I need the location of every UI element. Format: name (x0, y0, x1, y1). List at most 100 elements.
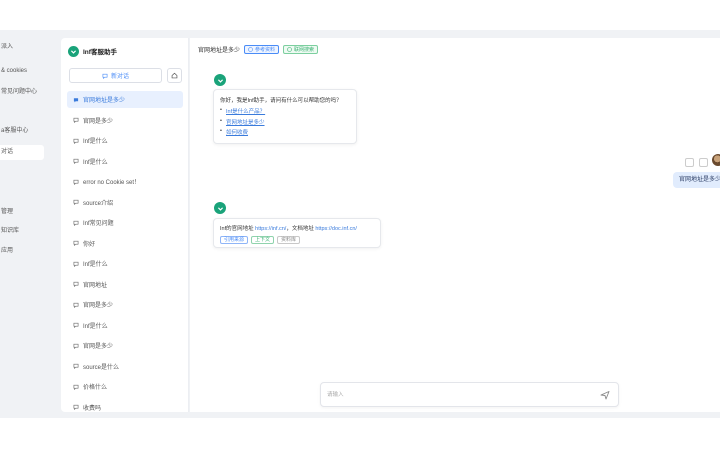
session-item[interactable]: Inf是什么 (67, 132, 183, 149)
chat-header: 官网地址是多少 参考资料 联网搜索 (198, 44, 319, 55)
nav-item[interactable]: a客服中心 (0, 124, 44, 139)
chat-input-box (320, 382, 619, 407)
session-item[interactable]: source是什么 (67, 358, 183, 375)
session-item[interactable]: 收费吗 (67, 399, 183, 413)
chat-title: 官网地址是多少 (198, 48, 241, 54)
app-stage: 派入 & cookies 常见问题中心 a客服中心 对话 管理 知识库 应用 I… (0, 30, 720, 418)
web-search-tag-label: 联网搜索 (294, 46, 315, 53)
bot-answer-card: Inf的官网地址 https://inf.cn/，文档地址 https://do… (213, 218, 381, 248)
bot-greeting-card: 你好，我是Inf助手，请问有什么可以帮助您的吗？ Inf是什么产品？ 官网地址是… (213, 89, 357, 144)
session-item[interactable]: 官网地址是多少 (67, 91, 183, 108)
session-item[interactable]: Inf是什么 (67, 317, 183, 334)
session-item[interactable]: 官网是多少 (67, 296, 183, 313)
session-item[interactable]: Inf是什么 (67, 255, 183, 272)
session-item[interactable]: 你好 (67, 235, 183, 252)
chat-bubble-icon (73, 404, 79, 410)
session-item[interactable]: 官网是多少 (67, 337, 183, 354)
nav-item[interactable]: 应用 (0, 244, 44, 259)
session-item[interactable]: 官网地址 (67, 276, 183, 293)
session-title: 官网地址 (83, 282, 108, 289)
suggestion-link[interactable]: Inf是什么产品？ (220, 107, 350, 115)
session-title: source介绍 (83, 200, 114, 207)
reference-tag-label: 参考资料 (255, 46, 276, 53)
message-tools (685, 158, 708, 167)
nav-item-active[interactable]: 对话 (0, 145, 44, 160)
bot-avatar-icon (214, 74, 226, 86)
chat-bubble-icon (73, 384, 79, 390)
suggestion-link[interactable]: 如何收费 (220, 128, 350, 136)
source-chip[interactable]: 引用来源 (220, 236, 249, 244)
bot-avatar-icon (214, 202, 226, 214)
chat-bubble-icon (73, 363, 79, 369)
new-chat-label: 新对话 (110, 74, 129, 80)
web-search-tag[interactable]: 联网搜索 (283, 45, 319, 54)
session-title: Inf是什么 (83, 139, 108, 145)
globe-icon (287, 47, 292, 52)
chat-bubble-icon (73, 343, 79, 349)
session-item[interactable]: 价格什么 (67, 378, 183, 395)
session-item[interactable]: 官网是多少 (67, 112, 183, 129)
session-title: source是什么 (83, 364, 120, 371)
session-title: 官网地址是多少 (83, 98, 126, 104)
context-chip[interactable]: 上下文 (251, 236, 275, 244)
chat-bubble-icon (73, 117, 79, 123)
reference-tag[interactable]: 参考资料 (244, 45, 280, 54)
home-icon (171, 72, 178, 79)
session-title: 官网是多少 (83, 344, 114, 350)
session-title: 官网是多少 (83, 118, 114, 125)
chat-bubble-icon (73, 261, 79, 267)
suggestion-list: Inf是什么产品？ 官网地址是多少 如何收费 (220, 107, 350, 136)
session-title: error no Cookie set！ (83, 180, 141, 186)
session-title: 收费吗 (83, 405, 102, 412)
chat-bubble-icon (73, 97, 79, 102)
user-avatar (712, 154, 720, 166)
nav-item[interactable]: 管理 (0, 205, 44, 220)
chat-bubble-icon (73, 199, 79, 205)
answer-text: Inf的官网地址 https://inf.cn/，文档地址 https://do… (220, 224, 374, 232)
session-title: Inf是什么 (83, 262, 108, 268)
chat-bubble-icon (73, 220, 79, 226)
chat-bubble-icon (73, 322, 79, 328)
copy-icon[interactable] (685, 158, 694, 167)
knowledge-chip[interactable]: 资料库 (277, 236, 301, 244)
session-item[interactable]: error no Cookie set！ (67, 173, 183, 190)
send-icon[interactable] (600, 390, 610, 400)
delete-icon[interactable] (699, 158, 708, 167)
session-item[interactable]: Inf常见问题 (67, 214, 183, 231)
user-message-bubble: 官网地址是多少 (673, 172, 720, 188)
session-item[interactable]: Inf是什么 (67, 153, 183, 170)
nav-item[interactable]: & cookies (0, 64, 44, 79)
answer-prefix: Inf的官网地址 (220, 226, 256, 232)
session-list: 官网地址是多少 官网是多少 Inf是什么 Inf是什么 error no Cookie … (67, 91, 183, 412)
session-title: 你好 (83, 241, 96, 248)
greeting-text: 你好，我是Inf助手，请问有什么可以帮助您的吗？ (220, 98, 342, 104)
info-icon (248, 47, 253, 52)
chat-bubble-icon (73, 302, 79, 308)
nav-item[interactable]: 知识库 (0, 224, 44, 239)
chat-input[interactable] (327, 389, 587, 401)
new-chat-button[interactable]: 新对话 (69, 68, 162, 83)
chat-bubble-icon (73, 281, 79, 287)
answer-link[interactable]: https://doc.inf.cn/ (315, 226, 357, 232)
answer-link[interactable]: https://inf.cn/ (255, 226, 286, 232)
chat-bubble-icon (73, 138, 79, 144)
main-nav: 派入 & cookies 常见问题中心 a客服中心 对话 管理 知识库 应用 (0, 30, 48, 418)
nav-item[interactable]: 常见问题中心 (0, 85, 44, 100)
session-title: Inf是什么 (83, 323, 108, 330)
brand-logo-icon (68, 45, 79, 57)
suggestion-link[interactable]: 官网地址是多少 (220, 118, 350, 126)
session-title: 官网是多少 (83, 303, 114, 309)
session-item[interactable]: source介绍 (67, 194, 183, 211)
chat-panel: 官网地址是多少 参考资料 联网搜索 你好，我是Inf助手，请问有什么可以帮助您的… (190, 38, 720, 412)
session-sidebar: Inf客服助手 新对话 官网地址是多少 官网是多少 Inf是什么 Inf是什么 erro… (61, 38, 189, 412)
session-title: 价格什么 (83, 385, 108, 391)
session-title: Inf是什么 (83, 159, 108, 166)
chat-bubble-icon (73, 158, 79, 164)
chat-bubble-icon (73, 179, 79, 185)
brand-name: Inf客服助手 (83, 49, 117, 56)
answer-mid: ，文档地址 (286, 226, 316, 232)
nav-item[interactable]: 派入 (0, 40, 44, 55)
chat-bubble-icon (102, 73, 108, 79)
home-button[interactable] (167, 68, 182, 83)
answer-chips: 引用来源 上下文 资料库 (220, 236, 374, 244)
